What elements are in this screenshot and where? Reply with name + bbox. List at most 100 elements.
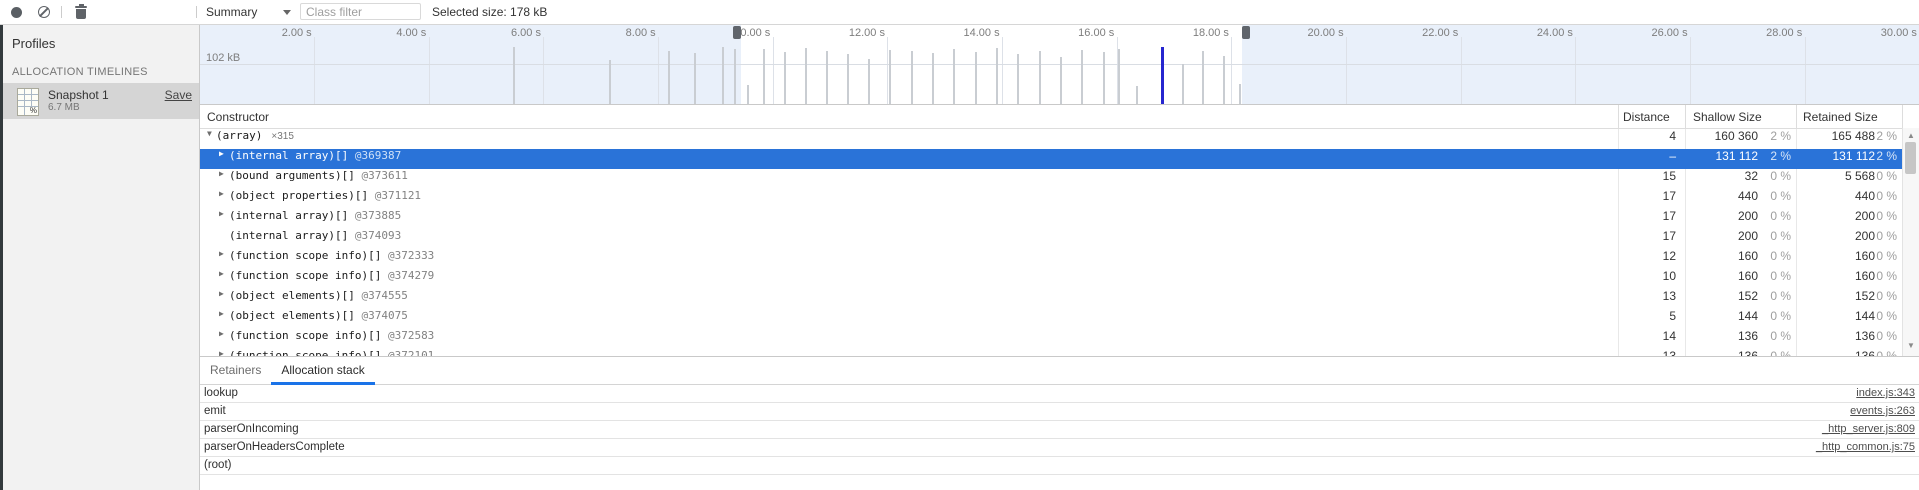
save-link[interactable]: Save: [165, 88, 192, 102]
stack-frame-name: parserOnIncoming: [204, 423, 299, 435]
cell-ret: 200: [1798, 229, 1875, 243]
ruler-tick-label: 2.00 s: [252, 27, 312, 39]
ruler-tick-label: 6.00 s: [481, 27, 541, 39]
scrollbar-thumb[interactable]: [1905, 142, 1916, 174]
column-header-distance[interactable]: Distance: [1623, 105, 1670, 129]
size-axis-label: 102 kB: [206, 52, 240, 64]
stack-frame-row[interactable]: (root): [200, 457, 1919, 475]
toolbar-divider: [196, 6, 197, 18]
timeline-bar: [1202, 51, 1204, 104]
cell-shal: 160: [1686, 249, 1758, 263]
cell-dist: 17: [1619, 189, 1676, 203]
expand-arrow-icon[interactable]: ▶: [219, 349, 224, 356]
tab-allocation-stack[interactable]: Allocation stack: [271, 357, 374, 384]
cell-retp: 0 %: [1866, 349, 1897, 356]
table-row[interactable]: ▶(function scope info)[] @372583141360 %…: [200, 329, 1919, 349]
table-row[interactable]: ▶(function scope info)[] @374279101600 %…: [200, 269, 1919, 289]
selected-size-label: Selected size: 178 kB: [432, 0, 547, 24]
expand-arrow-icon[interactable]: ▶: [219, 309, 224, 318]
source-location-link[interactable]: _http_server.js:809: [1822, 421, 1915, 438]
perspective-select[interactable]: Summary: [206, 0, 275, 24]
stack-frame-row[interactable]: lookup index.js:343: [200, 385, 1919, 403]
column-header-retained-size[interactable]: Retained Size: [1803, 105, 1878, 129]
table-row[interactable]: ▶(object elements)[] @374555131520 %1520…: [200, 289, 1919, 309]
ruler-gridline: [314, 37, 315, 104]
ruler-tick-label: 24.00 s: [1513, 27, 1573, 39]
expand-arrow-icon[interactable]: ▶: [219, 249, 224, 258]
timeline-bar: [1060, 57, 1062, 104]
scroll-down-arrow-icon[interactable]: ▼: [1903, 341, 1919, 350]
expand-arrow-icon[interactable]: ▶: [219, 269, 224, 278]
delete-profile-icon[interactable]: [75, 5, 87, 19]
table-row[interactable]: ▶(bound arguments)[] @37361115320 %5 568…: [200, 169, 1919, 189]
ruler-gridline: [429, 37, 430, 104]
cell-dist: 17: [1619, 229, 1676, 243]
constructors-table: Constructor Distance Shallow Size Retain…: [200, 105, 1919, 357]
timeline-bar: [1182, 64, 1184, 104]
expand-arrow-icon[interactable]: ▶: [219, 149, 224, 158]
ruler-gridline: [1002, 37, 1003, 104]
column-header-shallow-size[interactable]: Shallow Size: [1693, 105, 1762, 129]
clear-profiles-icon[interactable]: [38, 6, 50, 18]
cell-shalp: 2 %: [1760, 129, 1791, 143]
cell-retp: 0 %: [1866, 269, 1897, 283]
tab-retainers[interactable]: Retainers: [200, 357, 271, 384]
expand-arrow-icon[interactable]: ▶: [219, 289, 224, 298]
ruler-tick-label: 12.00 s: [825, 27, 885, 39]
cell-ret: 136: [1798, 329, 1875, 343]
table-row[interactable]: ▶(object elements)[] @37407551440 %1440 …: [200, 309, 1919, 329]
cell-shal: 200: [1686, 209, 1758, 223]
stack-frame-name: lookup: [204, 387, 238, 399]
source-location-link[interactable]: index.js:343: [1856, 385, 1915, 402]
toolbar: Summary Selected size: 178 kB: [0, 0, 1919, 25]
ruler-gridline: [1346, 37, 1347, 104]
class-filter-input[interactable]: [300, 3, 421, 20]
timeline-bar: [868, 59, 870, 104]
cell-dist: 17: [1619, 209, 1676, 223]
ruler-tick-label: 16.00 s: [1054, 27, 1114, 39]
allocation-timeline-overview[interactable]: 2.00 s4.00 s6.00 s8.00 s10.00 s12.00 s14…: [200, 25, 1919, 105]
table-row[interactable]: ▶(object properties)[] @371121174400 %44…: [200, 189, 1919, 209]
constructor-name: (bound arguments)[] @373611: [229, 169, 408, 182]
expand-arrow-icon[interactable]: ▶: [219, 329, 224, 338]
stack-frame-row[interactable]: emitevents.js:263: [200, 403, 1919, 421]
scroll-up-arrow-icon[interactable]: ▲: [1903, 131, 1919, 140]
table-row[interactable]: ▶(internal array)[] @373885172000 %2000 …: [200, 209, 1919, 229]
table-row[interactable]: ▶(function scope info)[] @372333121600 %…: [200, 249, 1919, 269]
table-row[interactable]: (internal array)[] @374093172000 %2000 %: [200, 229, 1919, 249]
stack-frame-row[interactable]: parserOnHeadersComplete_http_common.js:7…: [200, 439, 1919, 457]
expand-arrow-icon[interactable]: ▶: [219, 169, 224, 178]
selection-handle-left[interactable]: [733, 26, 741, 39]
cell-shal: 440: [1686, 189, 1758, 203]
cell-dist: 4: [1619, 129, 1676, 143]
cell-shal: 160: [1686, 269, 1758, 283]
cell-shal: 136: [1686, 349, 1758, 356]
bottom-tabbar: Retainers Allocation stack: [200, 357, 1919, 385]
ruler-gridline: [543, 37, 544, 104]
table-row[interactable]: ▶(function scope info)[] @372101131360 %…: [200, 349, 1919, 356]
stack-frame-row[interactable]: parserOnIncoming _http_server.js:809: [200, 421, 1919, 439]
column-header-constructor[interactable]: Constructor: [207, 105, 269, 129]
cell-retp: 2 %: [1866, 129, 1897, 143]
record-heap-profile-button[interactable]: [11, 7, 22, 18]
expand-arrow-icon[interactable]: ▶: [219, 189, 224, 198]
collapse-arrow-icon[interactable]: ▼: [207, 129, 212, 138]
vertical-scrollbar[interactable]: ▲ ▼: [1902, 128, 1919, 356]
expand-arrow-icon[interactable]: ▶: [219, 209, 224, 218]
selection-handle-right[interactable]: [1242, 26, 1250, 39]
source-location-link[interactable]: _http_common.js:75: [1816, 439, 1915, 456]
snapshot-size: 6.7 MB: [48, 102, 80, 113]
table-row[interactable]: ▼(array)×3154160 3602 %165 4882 %: [200, 129, 1919, 149]
constructor-name: (object elements)[] @374555: [229, 289, 408, 302]
cell-shal: 152: [1686, 289, 1758, 303]
cell-shalp: 0 %: [1760, 309, 1791, 323]
constructor-name: (function scope info)[] @374279: [229, 269, 434, 282]
sidebar-item-snapshot-1[interactable]: % Snapshot 1 6.7 MB Save: [3, 83, 199, 119]
cell-ret: 144: [1798, 309, 1875, 323]
ruler-tick-label: 20.00 s: [1284, 27, 1344, 39]
profiles-label[interactable]: Profiles: [12, 36, 55, 51]
table-row[interactable]: ▶(internal array)[] @369387–131 1122 %13…: [200, 149, 1919, 169]
timeline-bar: [1118, 49, 1120, 104]
source-location-link[interactable]: events.js:263: [1850, 403, 1915, 420]
ruler-gridline: [1461, 37, 1462, 104]
